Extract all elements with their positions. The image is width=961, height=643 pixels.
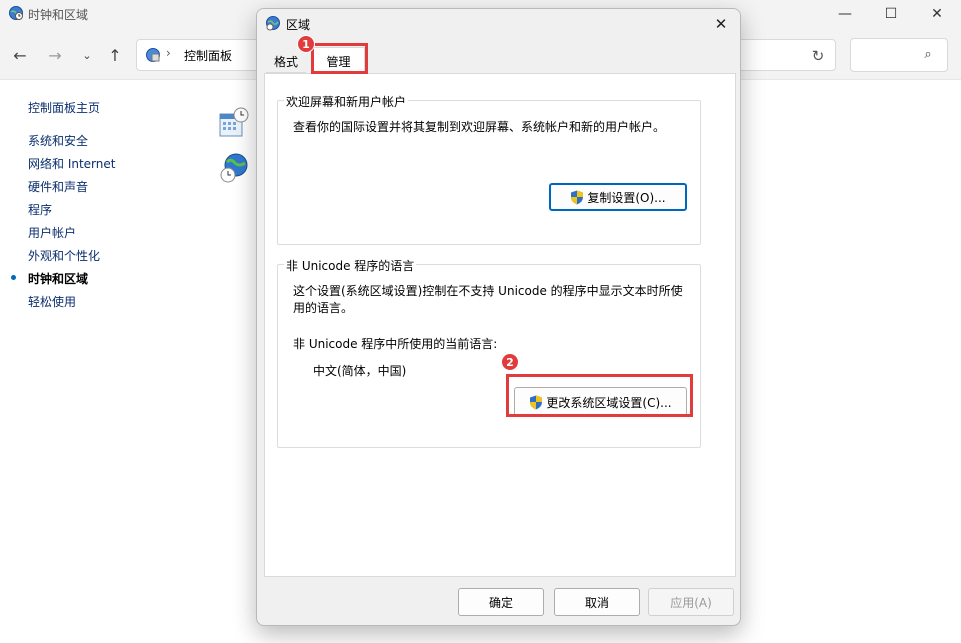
sidebar-item-appearance[interactable]: 外观和个性化 xyxy=(28,247,100,264)
sidebar-item-programs[interactable]: 程序 xyxy=(28,201,52,218)
breadcrumb-separator: › xyxy=(166,46,171,60)
uac-shield-icon xyxy=(571,190,584,204)
date-time-icon[interactable] xyxy=(218,106,250,138)
window-title: 时钟和区域 xyxy=(28,8,89,22)
apply-button[interactable]: 应用(A) xyxy=(648,588,734,616)
region-dialog: 区域 ✕ 格式 欢迎屏幕和新用户帐户 查看你的国际设置并将其复制到欢迎屏幕、系统… xyxy=(256,8,741,626)
annotation-box-admin-tab xyxy=(311,43,368,74)
sidebar-item-system-security[interactable]: 系统和安全 xyxy=(28,132,88,149)
ok-button[interactable]: 确定 xyxy=(458,588,544,616)
tab-formats[interactable]: 格式 xyxy=(266,51,306,73)
dialog-titlebar: 区域 ✕ xyxy=(257,9,740,37)
annotation-badge-1: 1 xyxy=(297,35,315,53)
sidebar-item-ease-of-access[interactable]: 轻松使用 xyxy=(28,293,76,310)
close-icon[interactable]: ✕ xyxy=(710,13,732,35)
minimize-button[interactable]: — xyxy=(822,0,868,28)
sidebar-item-hardware[interactable]: 硬件和声音 xyxy=(28,178,88,195)
unicode-group-legend: 非 Unicode 程序的语言 xyxy=(284,257,417,274)
unicode-language-group: 非 Unicode 程序的语言 这个设置(系统区域设置)控制在不支持 Unico… xyxy=(277,257,701,448)
globe-clock-icon xyxy=(9,6,23,20)
administrative-tab-panel: 欢迎屏幕和新用户帐户 查看你的国际设置并将其复制到欢迎屏幕、系统帐户和新的用户帐… xyxy=(264,73,736,577)
welcome-screen-group: 欢迎屏幕和新用户帐户 查看你的国际设置并将其复制到欢迎屏幕、系统帐户和新的用户帐… xyxy=(277,93,701,245)
refresh-icon[interactable]: ↻ xyxy=(808,46,828,66)
cancel-button[interactable]: 取消 xyxy=(554,588,640,616)
copy-settings-label: 复制设置(O)... xyxy=(587,190,666,205)
forward-arrow-icon[interactable]: → xyxy=(44,44,66,66)
back-arrow-icon[interactable]: ← xyxy=(9,44,31,66)
dialog-title: 区域 xyxy=(286,18,311,32)
copy-settings-button[interactable]: 复制设置(O)... xyxy=(549,183,687,211)
search-icon[interactable]: ⌕ xyxy=(920,46,936,62)
annotation-badge-2: 2 xyxy=(501,353,519,371)
annotation-box-change-locale xyxy=(506,374,693,417)
welcome-group-legend: 欢迎屏幕和新用户帐户 xyxy=(284,93,409,110)
close-window-button[interactable]: ✕ xyxy=(914,0,960,28)
sidebar-item-clock-region[interactable]: 时钟和区域 xyxy=(28,270,88,287)
breadcrumb-control-panel[interactable]: 控制面板 xyxy=(184,47,232,64)
sidebar-item-network[interactable]: 网络和 Internet xyxy=(28,155,115,172)
unicode-group-description: 这个设置(系统区域设置)控制在不支持 Unicode 的程序中显示文本时所使用的… xyxy=(293,284,683,315)
up-arrow-icon[interactable]: ↑ xyxy=(104,44,126,66)
active-indicator-dot xyxy=(11,275,16,280)
welcome-group-description: 查看你的国际设置并将其复制到欢迎屏幕、系统帐户和新的用户帐户。 xyxy=(293,120,666,134)
region-globe-icon[interactable] xyxy=(218,152,250,184)
maximize-button[interactable]: ☐ xyxy=(868,0,914,28)
globe-icon xyxy=(266,16,280,31)
recent-dropdown-icon[interactable]: ⌄ xyxy=(76,44,98,66)
control-panel-icon xyxy=(146,48,160,62)
current-language-value: 中文(简体，中国) xyxy=(313,364,407,378)
sidebar-item-user-accounts[interactable]: 用户帐户 xyxy=(28,224,76,241)
sidebar-item-home[interactable]: 控制面板主页 xyxy=(28,99,100,116)
current-language-label: 非 Unicode 程序中所使用的当前语言: xyxy=(293,337,498,351)
